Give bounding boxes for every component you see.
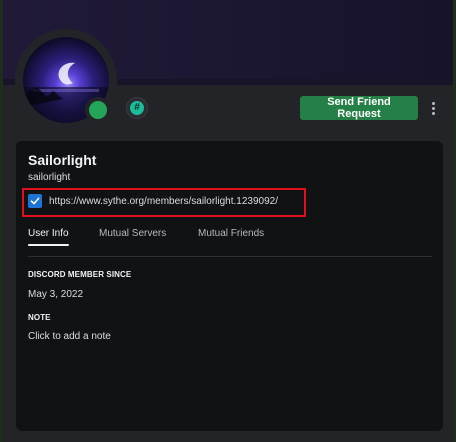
send-friend-request-button[interactable]: Send Friend Request: [300, 96, 418, 120]
tab-divider: [28, 256, 432, 257]
tab-mutual-friends[interactable]: Mutual Friends: [198, 228, 264, 239]
hashtag-badge-icon[interactable]: #: [126, 97, 148, 119]
online-status-icon: [89, 101, 107, 119]
user-profile-popout: # Send Friend Request Sailorlight sailor…: [3, 0, 453, 442]
note-input[interactable]: Click to add a note: [28, 331, 111, 342]
tab-mutual-servers[interactable]: Mutual Servers: [99, 228, 166, 239]
display-name: Sailorlight: [28, 152, 97, 168]
member-since-label: DISCORD MEMBER SINCE: [28, 270, 132, 279]
username: sailorlight: [28, 172, 71, 183]
custom-status-text[interactable]: https://www.sythe.org/members/sailorligh…: [49, 196, 278, 207]
note-label: NOTE: [28, 313, 51, 322]
badge-glyph: #: [130, 101, 144, 115]
profile-info-card: Sailorlight sailorlight https://www.syth…: [16, 141, 443, 431]
tab-user-info[interactable]: User Info: [28, 228, 69, 239]
checkbox-checked-icon: [28, 194, 42, 208]
active-tab-indicator: [28, 244, 69, 246]
more-vertical-icon[interactable]: [427, 98, 439, 118]
member-since-value: May 3, 2022: [28, 289, 84, 300]
